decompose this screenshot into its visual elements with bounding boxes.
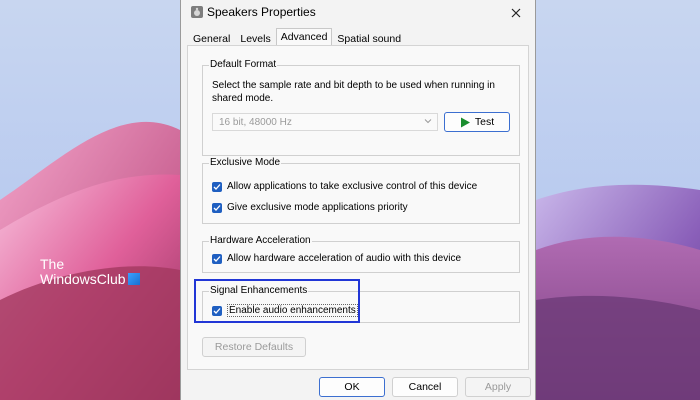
speaker-icon (191, 6, 203, 18)
play-icon (460, 117, 470, 127)
tab-spatial-sound[interactable]: Spatial sound (332, 30, 406, 46)
exclusive-priority-option[interactable]: Give exclusive mode applications priorit… (212, 202, 408, 213)
chevron-down-icon (424, 119, 432, 124)
watermark-line1: The (40, 256, 65, 272)
exclusive-control-checkbox[interactable] (212, 181, 222, 192)
highlight-box (194, 279, 360, 323)
default-format-description: Select the sample rate and bit depth to … (212, 80, 495, 104)
hardware-acceleration-checkbox[interactable] (212, 253, 222, 264)
restore-defaults-button[interactable]: Restore Defaults (202, 337, 306, 357)
checkmark-icon (213, 255, 221, 262)
ok-button[interactable]: OK (319, 377, 385, 397)
hardware-acceleration-label: Allow hardware acceleration of audio wit… (227, 253, 462, 264)
close-button[interactable] (505, 2, 527, 24)
hardware-acceleration-legend: Hardware Acceleration (209, 235, 312, 246)
checkmark-icon (213, 204, 221, 211)
windows-logo-icon (127, 273, 140, 285)
tab-general[interactable]: General (188, 30, 235, 46)
format-select[interactable]: 16 bit, 48000 Hz (212, 113, 438, 131)
exclusive-control-option[interactable]: Allow applications to take exclusive con… (212, 181, 477, 192)
tab-advanced[interactable]: Advanced (275, 28, 333, 46)
test-button-label: Test (474, 116, 495, 128)
watermark-line2: WindowsClub (40, 271, 126, 287)
dialog-title: Speakers Properties (207, 5, 316, 19)
speakers-properties-dialog: Speakers Properties General Levels Advan… (180, 0, 536, 400)
cancel-button[interactable]: Cancel (392, 377, 458, 397)
apply-button[interactable]: Apply (465, 377, 531, 397)
test-button[interactable]: Test (444, 112, 510, 132)
watermark-logo: The WindowsClub (40, 257, 140, 287)
default-format-legend: Default Format (209, 59, 278, 70)
tab-strip: General Levels Advanced Spatial sound (188, 28, 406, 46)
close-icon (511, 8, 521, 18)
hardware-acceleration-option[interactable]: Allow hardware acceleration of audio wit… (212, 253, 461, 264)
tab-levels[interactable]: Levels (235, 30, 275, 46)
dialog-footer: OK Cancel Apply (181, 370, 535, 400)
title-bar[interactable]: Speakers Properties (181, 0, 535, 28)
default-format-group: Default Format Select the sample rate an… (202, 59, 520, 156)
exclusive-mode-group: Exclusive Mode Allow applications to tak… (202, 157, 520, 224)
hardware-acceleration-group: Hardware Acceleration Allow hardware acc… (202, 235, 520, 273)
exclusive-priority-label: Give exclusive mode applications priorit… (227, 202, 408, 213)
exclusive-mode-legend: Exclusive Mode (209, 157, 282, 168)
exclusive-priority-checkbox[interactable] (212, 202, 222, 213)
format-select-value: 16 bit, 48000 Hz (219, 117, 292, 128)
exclusive-control-label: Allow applications to take exclusive con… (227, 181, 478, 192)
checkmark-icon (213, 183, 221, 190)
